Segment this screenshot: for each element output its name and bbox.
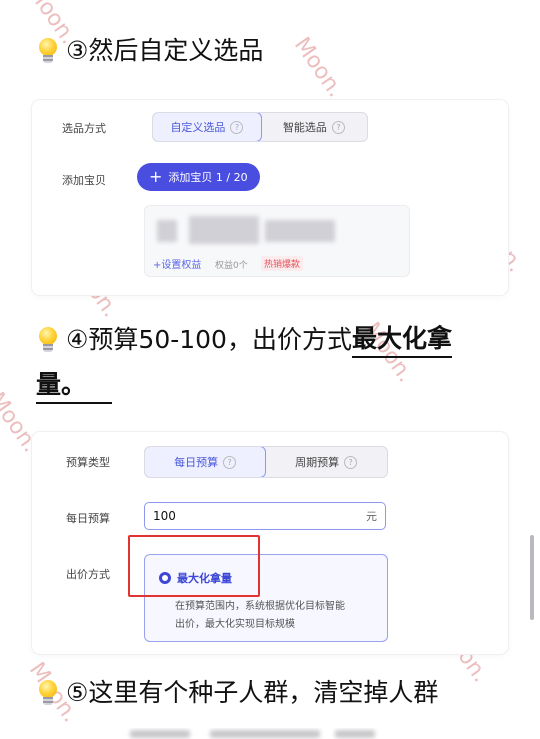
scrollbar[interactable] [530, 535, 534, 620]
tab-smart-selection[interactable]: 智能选品 ? [261, 113, 367, 141]
tab-period-label: 周期预算 [295, 456, 340, 469]
daily-budget-label: 每日预算 [66, 512, 110, 525]
daily-budget-input[interactable]: 100 元 [144, 502, 386, 530]
cutoff-content [120, 728, 380, 739]
budget-panel: 预算类型 每日预算 ? 周期预算 ? 每日预算 100 元 出价方式 最大化拿量… [32, 432, 508, 654]
product-selection-panel: 选品方式 自定义选品 ? 智能选品 ? 添加宝贝 + 添加宝贝 1 / 20 +… [32, 100, 508, 295]
help-icon[interactable]: ? [223, 455, 237, 469]
step4-bold-text: 最大化拿 [351, 322, 452, 358]
add-product-button-label: 添加宝贝 1 / 20 [168, 171, 248, 184]
tab-daily-budget[interactable]: 每日预算 ? [145, 447, 267, 477]
set-rights-link[interactable]: +设置权益 [153, 256, 201, 271]
product-meta-blurred [265, 220, 335, 242]
product-image [157, 220, 177, 242]
tab-smart-label: 智能选品 [282, 121, 327, 134]
product-card[interactable]: +设置权益 权益0个 热销爆款 [144, 205, 410, 277]
hot-sale-tag: 热销爆款 [261, 256, 304, 271]
help-icon[interactable]: ? [230, 120, 244, 134]
tab-custom-selection[interactable]: 自定义选品 ? [153, 113, 262, 141]
daily-budget-value: 100 [153, 509, 176, 523]
step4-text: ④预算50-100，出价方式 [66, 325, 352, 354]
tab-custom-label: 自定义选品 [170, 121, 226, 134]
lightbulb-icon [36, 676, 62, 710]
product-title-blurred [189, 216, 259, 244]
bid-method-label: 出价方式 [66, 568, 110, 581]
step5-text: ⑤这里有个种子人群，清空掉人群 [66, 678, 439, 707]
help-icon[interactable]: ? [344, 455, 358, 469]
bid-desc-line2: 出价，最大化实现目标规模 [175, 619, 295, 630]
currency-unit: 元 [366, 510, 377, 523]
plus-icon: + [149, 167, 163, 186]
add-product-label: 添加宝贝 [62, 174, 106, 187]
tab-daily-label: 每日预算 [174, 456, 219, 469]
tab-period-budget[interactable]: 周期预算 ? [265, 447, 387, 477]
step4-bold-text-line2: 量。 [36, 368, 113, 404]
help-icon[interactable]: ? [331, 120, 345, 134]
watermark: Moon. [289, 32, 348, 103]
step3-heading: ③然后自定义选品 [36, 34, 263, 68]
budget-type-label: 预算类型 [66, 456, 110, 469]
step4-heading: ④预算50-100，出价方式 最大化拿 [36, 322, 452, 358]
highlight-box [128, 535, 260, 597]
rights-count: 权益0个 [215, 261, 248, 271]
budget-type-toggle: 每日预算 ? 周期预算 ? [144, 446, 388, 478]
step5-heading: ⑤这里有个种子人群，清空掉人群 [36, 676, 438, 710]
add-product-button[interactable]: + 添加宝贝 1 / 20 [137, 163, 260, 191]
selection-method-toggle: 自定义选品 ? 智能选品 ? [152, 112, 368, 142]
selection-method-label: 选品方式 [62, 122, 106, 135]
bid-desc-line1: 在预算范围内，系统根据优化目标智能 [175, 601, 345, 612]
step4-heading-line2: 量。 [36, 368, 113, 404]
lightbulb-icon [36, 323, 62, 357]
step3-text: ③然后自定义选品 [66, 36, 264, 65]
lightbulb-icon [36, 34, 62, 68]
